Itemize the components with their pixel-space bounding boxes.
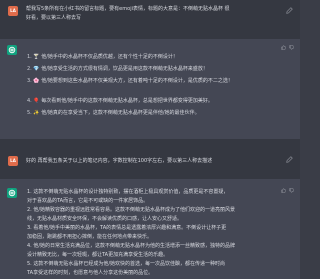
feedback-buttons bbox=[281, 188, 294, 193]
answer-line: 对于喜欢晶的TA而言，它是不可或缺的一件家居饰品。 bbox=[27, 198, 149, 204]
thumbs-up-icon[interactable] bbox=[281, 45, 286, 50]
answer-line: 4. 他/她的日常生活充满品位，这款不倒萌无贴水晶杯为他的生活增添一丝精致感，独… bbox=[27, 243, 236, 249]
user-message-line: 帮我写5条所有在小红书的留言标题，要有emoji表情，标题的大意是：不倒萌无贴水… bbox=[26, 6, 230, 12]
list-item: 4. 🎈 每次看到他/她手中的这款不倒萌无贴水晶杯，总是想把世界都变得更加美好。 bbox=[27, 98, 213, 104]
assistant-message-2: 1. 这款不倒萌无贴水晶杯的设计独特别致，摆在酒柜上极具观赏价值，品质更是不容置… bbox=[0, 179, 300, 279]
answer-line: 2. 他/她精致容器的重视远胜常看容易。这款不倒萌无贴水晶杯成为了他们欢迎的一道… bbox=[27, 207, 236, 213]
openai-logo-icon bbox=[8, 46, 16, 54]
feedback-buttons bbox=[281, 45, 294, 50]
edit-icon[interactable] bbox=[286, 7, 293, 14]
thumbs-up-icon[interactable] bbox=[281, 188, 286, 193]
user-message-text: 好的 再帮我五条关于以上的笔记内容，字数控制在100字左右，要以第三人称去描述 bbox=[26, 157, 280, 166]
list-item: 5. ✨ 他/她真的在享受当下，这款不倒萌无贴水晶杯更是伴他/她的最佳伙伴。 bbox=[27, 110, 200, 116]
list-item: 1. 🍸 他/她手中的水晶杯不仅品质优越，还有个性十足的不倒设计！ bbox=[27, 54, 178, 60]
user-avatar: LA bbox=[8, 156, 18, 166]
thumbs-down-icon[interactable] bbox=[289, 45, 294, 50]
assistant-avatar bbox=[7, 45, 17, 55]
list-item: 2. 💎 他/她享受生活的方式很有情调，饮品更是用这款不倒萌无贴水晶杯来盛放！ bbox=[27, 66, 208, 72]
user-avatar: LA bbox=[8, 6, 18, 16]
answer-line: TA享受这样的时刻，也愿意与他人分享这份美丽的品位。 bbox=[27, 270, 154, 276]
thumbs-down-icon[interactable] bbox=[289, 188, 294, 193]
user-message-1: LA 帮我写5条所有在小红书的留言标题，要有emoji表情，标题的大意是：不倒萌… bbox=[0, 0, 300, 39]
answer-line: 1. 这款不倒萌无贴水晶杯的设计独特别致，摆在酒柜上极具观赏价值，品质更是不容置… bbox=[27, 189, 229, 195]
answer-line: 设计精致无比，每一次轻啜，都让TA更加充满享受生活的乐趣。 bbox=[27, 252, 169, 258]
answer-line: 3. 看着他/她手中美丽的水晶杯，TA的表情总是透露着浓厚兴趣和满意。不倒设计让… bbox=[27, 225, 227, 231]
answer-line: 线，无贴水晶材质安全环保，不会解读优质的口感，让人安心又舒适。 bbox=[27, 216, 183, 222]
answer-line: 加稳固，跑跳都不用担心摔倒，能在任何地点带来快乐。 bbox=[27, 234, 153, 240]
user-message-2: LA 好的 再帮我五条关于以上的笔记内容，字数控制在100字左右，要以第三人称去… bbox=[0, 139, 300, 179]
edit-icon[interactable] bbox=[286, 156, 293, 163]
list-item: 3. 🌸 他/她要想到这些水晶杯不仅美观大方，还有着吨十足的不倒设计，是优质的不… bbox=[27, 78, 233, 84]
assistant-avatar bbox=[7, 188, 17, 198]
answer-line: 5. 这款不倒萌无贴水晶杯已经成为他/她欢快的首选，每一次品饮佳酿，都在传递一种… bbox=[27, 261, 226, 267]
user-message-line: 好看，要以第三人称去写 bbox=[26, 15, 82, 21]
assistant-message-1: 1. 🍸 他/她手中的水晶杯不仅品质优越，还有个性十足的不倒设计！ 2. 💎 他… bbox=[0, 39, 300, 139]
user-message-text: 帮我写5条所有在小红书的留言标题，要有emoji表情，标题的大意是：不倒萌无贴水… bbox=[26, 5, 280, 23]
user-message-line: 好的 再帮我五条关于以上的笔记内容，字数控制在100字左右，要以第三人称去描述 bbox=[26, 158, 213, 164]
openai-logo-icon bbox=[8, 189, 16, 197]
